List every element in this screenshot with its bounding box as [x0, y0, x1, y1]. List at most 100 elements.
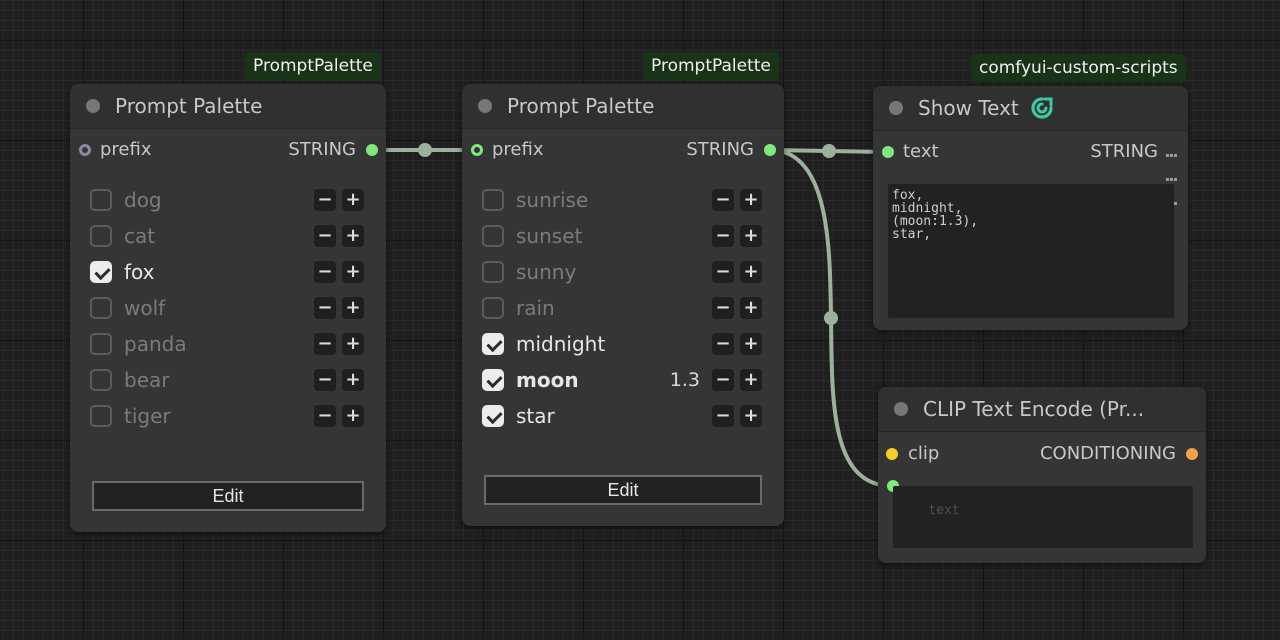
- conditioning-output-slot[interactable]: [1186, 448, 1198, 460]
- show-text-node[interactable]: Show Text text STRING fox, midnight, (mo…: [873, 86, 1188, 330]
- item-checkbox[interactable]: [482, 189, 504, 211]
- increase-weight-button[interactable]: +: [342, 297, 364, 319]
- item-checkbox[interactable]: [90, 333, 112, 355]
- item-label: moon: [516, 368, 579, 392]
- item-checkbox[interactable]: [90, 369, 112, 391]
- list-item: sunrise − +: [482, 187, 764, 215]
- item-checkbox-checked[interactable]: [90, 261, 112, 283]
- item-checkbox-checked[interactable]: [482, 333, 504, 355]
- item-checkbox[interactable]: [482, 261, 504, 283]
- increase-weight-button[interactable]: +: [740, 261, 762, 283]
- link-palette2-to-showtext[interactable]: [769, 148, 888, 154]
- custom-scripts-logo-icon: [1031, 97, 1053, 119]
- item-checkbox-checked[interactable]: [482, 405, 504, 427]
- increase-weight-button[interactable]: +: [342, 333, 364, 355]
- item-checkbox[interactable]: [482, 225, 504, 247]
- decrease-weight-button[interactable]: −: [712, 333, 734, 355]
- edit-button[interactable]: Edit: [484, 475, 762, 505]
- list-item: rain − +: [482, 295, 764, 323]
- list-item: fox − +: [90, 259, 366, 287]
- conditioning-output-label: CONDITIONING: [1039, 443, 1176, 464]
- link-midpoint-3[interactable]: [824, 311, 838, 325]
- link-midpoint-2[interactable]: [822, 144, 836, 158]
- node-title-bar[interactable]: Show Text: [873, 86, 1188, 131]
- item-checkbox-checked[interactable]: [482, 369, 504, 391]
- string-output-slot[interactable]: [366, 144, 378, 156]
- io-row: text STRING: [873, 140, 1188, 205]
- node-title-bar[interactable]: Prompt Palette: [462, 84, 784, 129]
- list-item: sunset − +: [482, 223, 764, 251]
- collapse-dot-icon[interactable]: [894, 402, 908, 416]
- decrease-weight-button[interactable]: −: [712, 297, 734, 319]
- decrease-weight-button[interactable]: −: [712, 261, 734, 283]
- clip-text-encode-node[interactable]: CLIP Text Encode (Pr... clip CONDITIONIN…: [878, 387, 1206, 563]
- item-label: wolf: [124, 296, 166, 320]
- item-label: sunny: [516, 260, 577, 284]
- increase-weight-button[interactable]: +: [342, 405, 364, 427]
- decrease-weight-button[interactable]: −: [712, 189, 734, 211]
- string-output-label: STRING: [686, 139, 754, 160]
- decrease-weight-button[interactable]: −: [314, 297, 336, 319]
- prompt-palette-node-2[interactable]: Prompt Palette prefix STRING sunrise − +…: [462, 84, 784, 526]
- list-item: bear − +: [90, 367, 366, 395]
- increase-weight-button[interactable]: +: [342, 369, 364, 391]
- output-text-display[interactable]: fox, midnight, (moon:1.3), star,: [888, 184, 1174, 318]
- list-item: cat − +: [90, 223, 366, 251]
- increase-weight-button[interactable]: +: [740, 225, 762, 247]
- increase-weight-button[interactable]: +: [342, 261, 364, 283]
- clip-input-slot[interactable]: [886, 448, 898, 460]
- node-title-bar[interactable]: Prompt Palette: [70, 84, 386, 129]
- item-label: tiger: [124, 404, 171, 428]
- increase-weight-button[interactable]: +: [740, 405, 762, 427]
- decrease-weight-button[interactable]: −: [712, 225, 734, 247]
- decrease-weight-button[interactable]: −: [712, 405, 734, 427]
- node-title-bar[interactable]: CLIP Text Encode (Pr...: [878, 387, 1206, 432]
- item-checkbox[interactable]: [90, 189, 112, 211]
- node-source-badge: comfyui-custom-scripts: [971, 54, 1186, 82]
- item-label: cat: [124, 224, 156, 248]
- increase-weight-button[interactable]: +: [342, 225, 364, 247]
- item-checkbox[interactable]: [90, 225, 112, 247]
- link-midpoint-1[interactable]: [418, 143, 432, 157]
- prefix-input-slot[interactable]: [79, 144, 91, 156]
- increase-weight-button[interactable]: +: [740, 369, 762, 391]
- text-input-area[interactable]: text: [893, 486, 1193, 548]
- prefix-input-label: prefix: [492, 139, 544, 160]
- string-output-label: STRING: [288, 139, 356, 160]
- text-input-slot[interactable]: [882, 146, 894, 158]
- item-weight-value: 1.3: [669, 369, 700, 391]
- edit-button[interactable]: Edit: [92, 481, 364, 511]
- list-item: midnight − +: [482, 331, 764, 359]
- io-row: clip CONDITIONING: [878, 442, 1206, 466]
- decrease-weight-button[interactable]: −: [314, 261, 336, 283]
- item-checkbox[interactable]: [90, 405, 112, 427]
- decrease-weight-button[interactable]: −: [314, 405, 336, 427]
- string-output-slot[interactable]: [764, 144, 776, 156]
- item-label: rain: [516, 296, 555, 320]
- prefix-input-label: prefix: [100, 139, 152, 160]
- decrease-weight-button[interactable]: −: [314, 189, 336, 211]
- increase-weight-button[interactable]: +: [740, 297, 762, 319]
- decrease-weight-button[interactable]: −: [314, 369, 336, 391]
- decrease-weight-button[interactable]: −: [712, 369, 734, 391]
- increase-weight-button[interactable]: +: [740, 189, 762, 211]
- item-checkbox[interactable]: [482, 297, 504, 319]
- item-label: dog: [124, 188, 162, 212]
- prompt-palette-node-1[interactable]: Prompt Palette prefix STRING dog − + cat…: [70, 84, 386, 532]
- list-item: panda − +: [90, 331, 366, 359]
- item-label: midnight: [516, 332, 606, 356]
- decrease-weight-button[interactable]: −: [314, 333, 336, 355]
- collapse-dot-icon[interactable]: [86, 99, 100, 113]
- io-row: prefix STRING: [462, 138, 784, 162]
- decrease-weight-button[interactable]: −: [314, 225, 336, 247]
- increase-weight-button[interactable]: +: [342, 189, 364, 211]
- node-source-badge: PromptPalette: [245, 52, 381, 80]
- prefix-input-slot[interactable]: [471, 144, 483, 156]
- text-input-label: text: [903, 141, 939, 162]
- collapse-dot-icon[interactable]: [478, 99, 492, 113]
- increase-weight-button[interactable]: +: [740, 333, 762, 355]
- list-output-grid-icon[interactable]: [1166, 146, 1178, 205]
- list-item: wolf − +: [90, 295, 366, 323]
- item-checkbox[interactable]: [90, 297, 112, 319]
- collapse-dot-icon[interactable]: [889, 101, 903, 115]
